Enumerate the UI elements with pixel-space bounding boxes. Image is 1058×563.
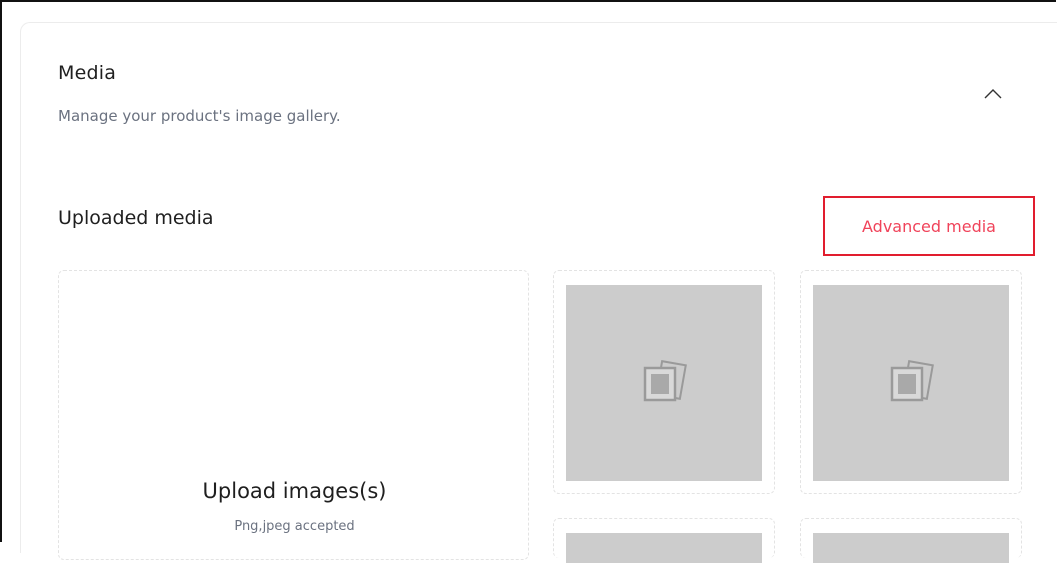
upload-subtitle: Png,jpeg accepted [234, 519, 355, 534]
media-thumbnail[interactable] [800, 518, 1022, 563]
image-placeholder [813, 533, 1009, 563]
chevron-up-icon[interactable] [983, 86, 1003, 102]
media-thumbnail[interactable] [800, 270, 1022, 494]
media-thumbnail[interactable] [553, 518, 775, 563]
media-thumbnail[interactable] [553, 270, 775, 494]
upload-dropzone[interactable]: Upload images(s) Png,jpeg accepted [58, 270, 529, 560]
media-title: Media [58, 62, 117, 84]
media-subtitle: Manage your product's image gallery. [58, 107, 341, 125]
advanced-media-link[interactable]: Advanced media [823, 196, 1035, 256]
image-placeholder [813, 285, 1009, 481]
advanced-media-label: Advanced media [862, 216, 996, 236]
uploaded-media-title: Uploaded media [58, 207, 214, 229]
image-gallery-icon [643, 360, 687, 402]
image-gallery-icon [890, 360, 934, 402]
image-placeholder [566, 285, 762, 481]
image-placeholder [566, 533, 762, 563]
upload-title: Upload images(s) [202, 479, 387, 503]
